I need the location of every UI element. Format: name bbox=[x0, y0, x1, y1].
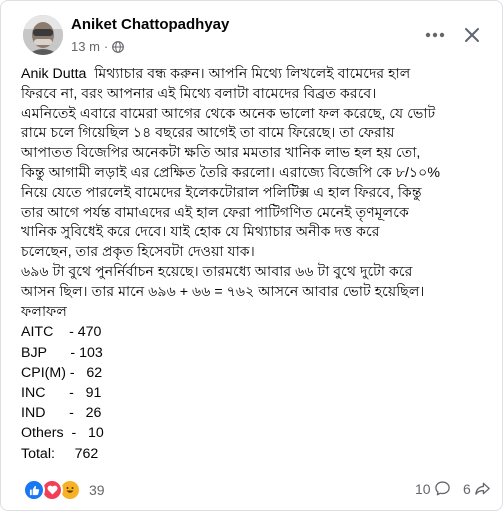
more-options-icon[interactable] bbox=[423, 23, 447, 47]
comment-icon bbox=[434, 480, 451, 497]
post-line: খানিক সুবিধেই করে দেবে। যাই হোক যে মিথ্য… bbox=[21, 224, 380, 241]
post-card: Aniket Chattopadhyay 13 m · Anik Dutta ম… bbox=[0, 0, 503, 511]
globe-icon[interactable] bbox=[112, 40, 125, 53]
meta-separator: · bbox=[103, 39, 109, 54]
post-body: Anik Dutta মিথ্যাচার বন্ধ করুন। আপনি মিথ… bbox=[21, 65, 491, 464]
post-line: চলেছেন, তার প্রকৃত হিসেবটা দেওয়া যাক। bbox=[21, 244, 255, 261]
share-icon bbox=[474, 480, 491, 497]
reaction-count: 39 bbox=[89, 482, 105, 498]
post-line: নিয়ে যেতে পারলেই বামেদের ইলেকটোরাল পলিট… bbox=[21, 184, 422, 201]
post-time[interactable]: 13 m bbox=[71, 39, 100, 54]
shares-link[interactable]: 6 bbox=[463, 480, 491, 497]
author-avatar[interactable] bbox=[23, 15, 63, 55]
post-line: ফলাফল bbox=[21, 303, 67, 320]
post-footer: 39 10 6 bbox=[1, 475, 502, 503]
post-line: রামে চলে গিয়েছিল ১৪ বছরের আগেই তা বামে … bbox=[21, 125, 395, 142]
post-line: তার আগে পর্যন্ত বামাএদের এই হাল ফেরা পাট… bbox=[21, 204, 409, 221]
like-reaction-icon bbox=[23, 479, 45, 501]
comment-count: 10 bbox=[415, 480, 431, 497]
results-list: AITC - 470 BJP - 103 CPI(M) - 62 INC - 9… bbox=[21, 322, 491, 463]
author-name[interactable]: Aniket Chattopadhyay bbox=[71, 16, 229, 33]
post-line: ৬৯৬ টা বুথে পুনর্নির্বাচন হয়েছে। তারমধ্… bbox=[21, 263, 413, 280]
post-text: মিথ্যাচার বন্ধ করুন। আপনি মিথ্যে লিখলেই … bbox=[94, 66, 411, 82]
mention-link[interactable]: Anik Dutta bbox=[21, 66, 86, 82]
post-line: এমনিতেই এবারে বামেরা আগের থেকে অনেক ভালো… bbox=[21, 105, 436, 122]
post-line: আসন ছিল। তার মানে ৬৯৬ + ৬৬ = ৭৬২ আসনে আব… bbox=[21, 283, 425, 300]
result-row: Others - 10 bbox=[21, 425, 104, 442]
post-meta: 13 m · bbox=[71, 39, 125, 54]
post-header: Aniket Chattopadhyay 13 m · bbox=[1, 1, 502, 63]
result-row: BJP - 103 bbox=[21, 344, 103, 361]
result-row: INC - 91 bbox=[21, 384, 102, 401]
comments-link[interactable]: 10 bbox=[415, 480, 451, 497]
result-row: CPI(M) - 62 bbox=[21, 364, 103, 381]
share-count: 6 bbox=[463, 480, 471, 497]
reactions-summary[interactable]: 39 bbox=[23, 479, 105, 501]
result-row: IND - 26 bbox=[21, 405, 102, 422]
post-line: Anik Dutta মিথ্যাচার বন্ধ করুন। আপনি মিথ… bbox=[21, 65, 491, 85]
close-icon[interactable] bbox=[460, 23, 484, 47]
post-line: কিন্তু আগামী লড়াই এর প্রেক্ষিত তৈরি করল… bbox=[21, 164, 440, 181]
result-row: Total: 762 bbox=[21, 445, 99, 462]
post-line: আপাতত বিজেপির অনেকটা ক্ষতি আর মমতার খানি… bbox=[21, 145, 421, 162]
post-line: ফিরবে না, বরং আপনার এই মিথ্যে বলাটা বামে… bbox=[21, 85, 377, 102]
result-row: AITC - 470 bbox=[21, 324, 102, 341]
